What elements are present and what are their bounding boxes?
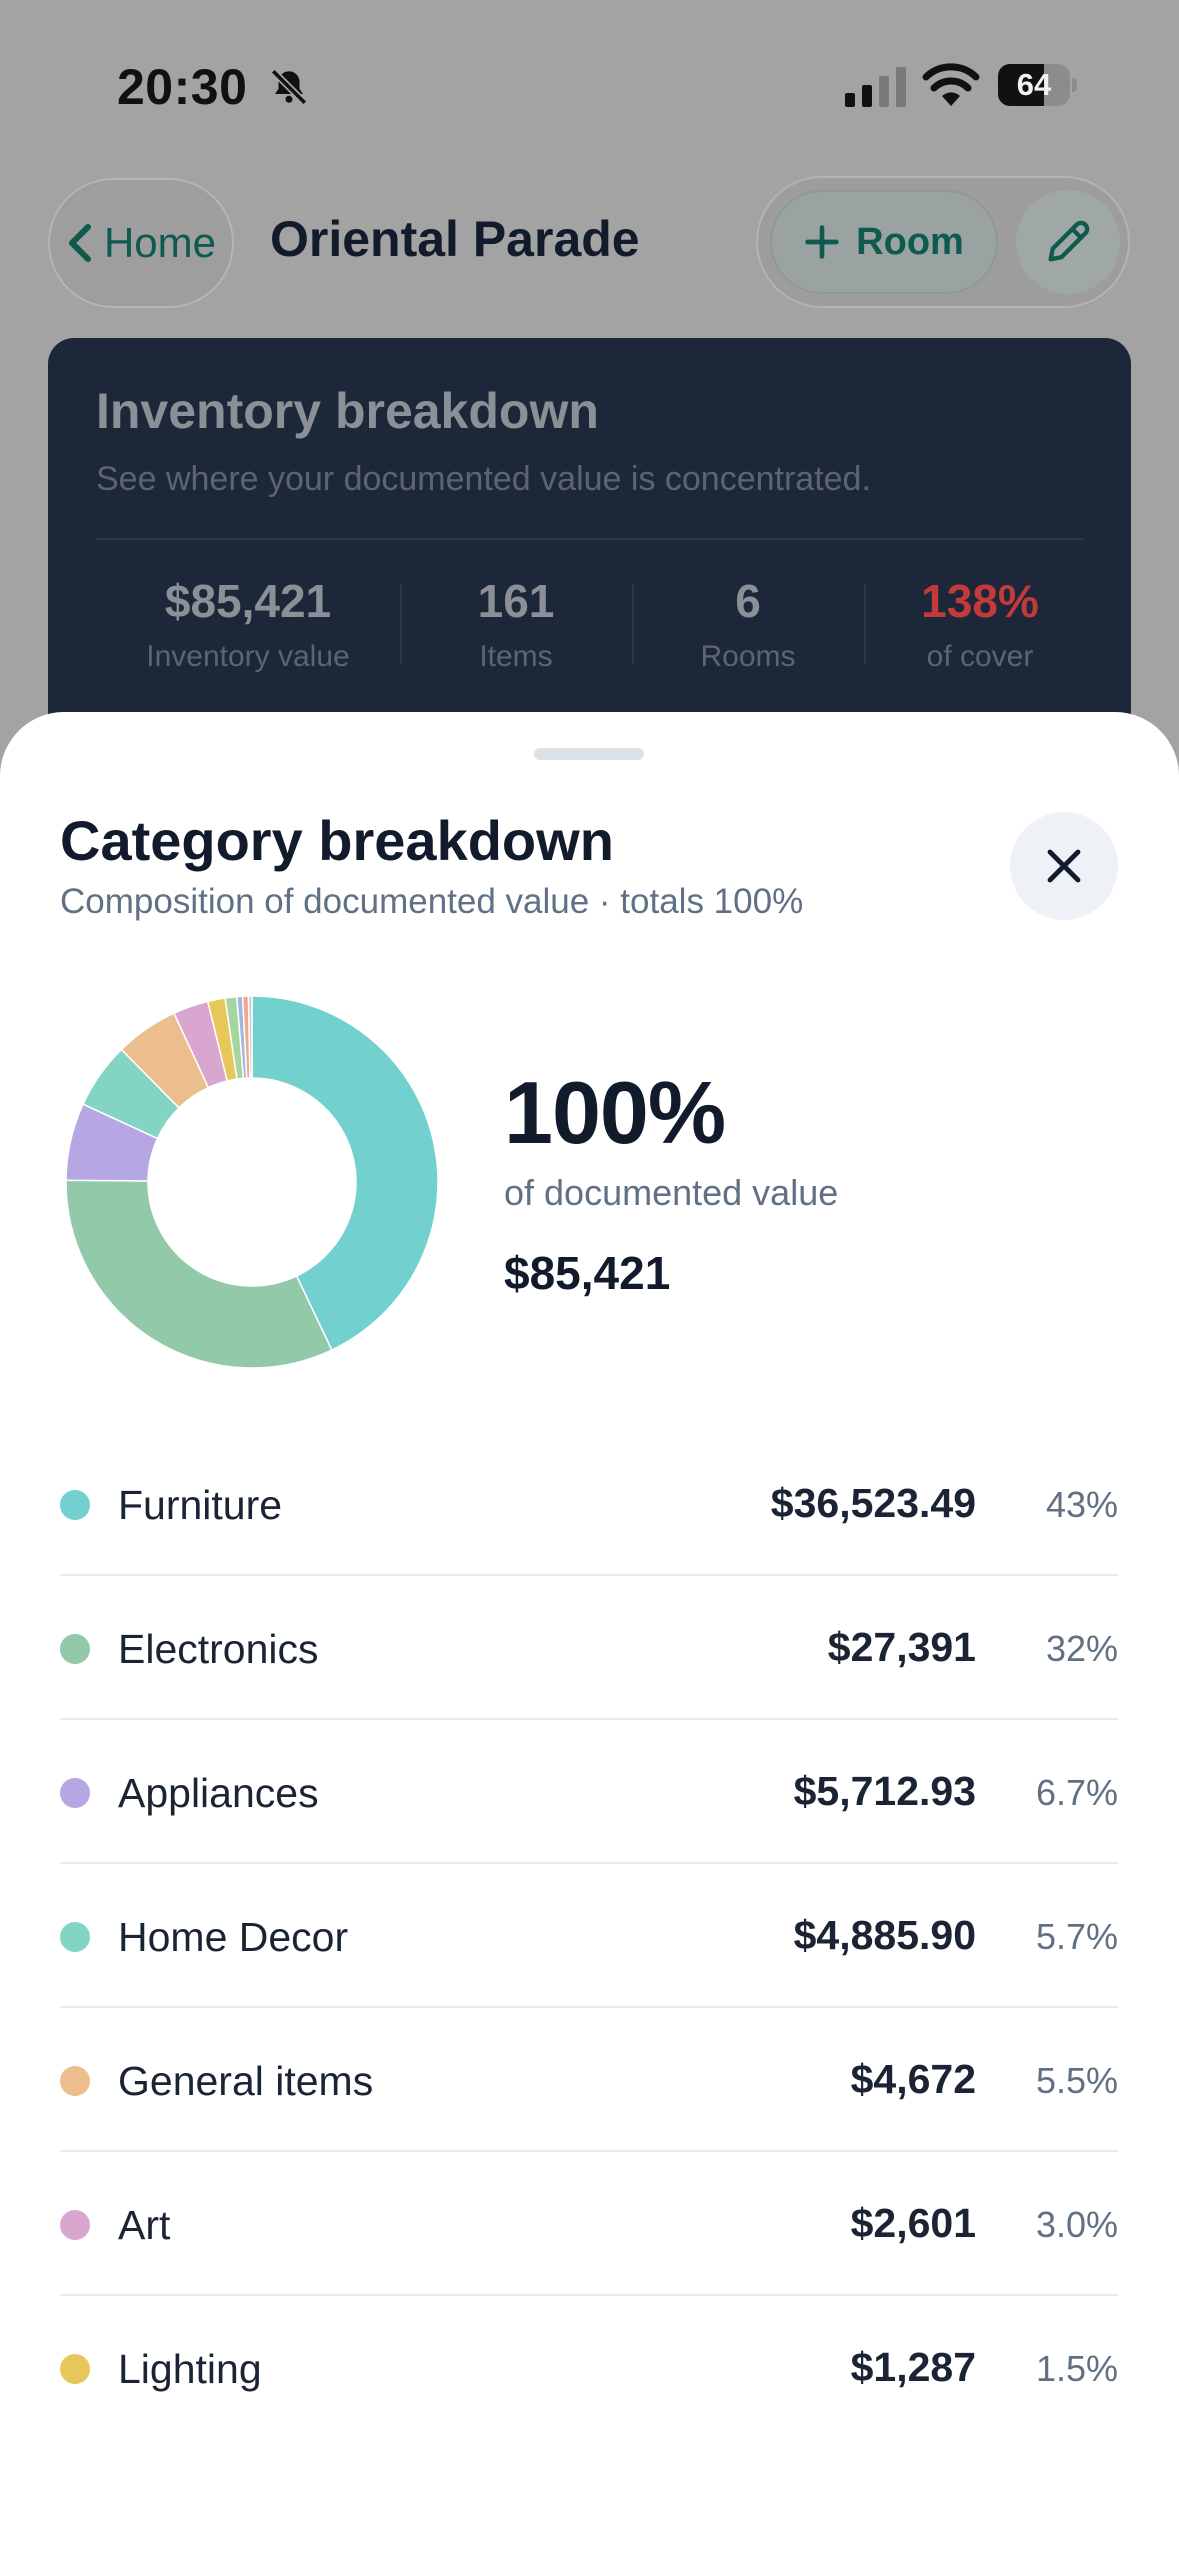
category-percent: 43% <box>1045 1484 1118 1525</box>
category-name: Appliances <box>118 1770 319 1816</box>
category-value: $2,601 <box>850 2200 976 2246</box>
close-icon <box>1047 849 1081 883</box>
header-actions: Room <box>756 176 1130 308</box>
battery-level-text: 64 <box>1016 67 1052 102</box>
category-row[interactable]: Furniture $36,523.49 43% <box>60 1432 1118 1576</box>
category-color-dot <box>60 1922 90 1952</box>
sheet-title: Category breakdown <box>60 809 614 872</box>
stat-value: 6 <box>735 575 761 627</box>
battery-indicator: 64 <box>998 64 1078 106</box>
category-row[interactable]: Art $2,601 3.0% <box>60 2152 1118 2296</box>
sheet-subtitle: Composition of documented value · totals… <box>60 882 804 921</box>
page-title: Oriental Parade <box>270 211 640 267</box>
category-row[interactable]: Electronics $27,391 32% <box>60 1576 1118 1720</box>
add-room-button[interactable]: Room <box>770 190 998 294</box>
category-name: Lighting <box>118 2346 262 2392</box>
back-label: Home <box>103 219 217 266</box>
stat-rooms: 6 Rooms <box>632 574 864 674</box>
stat-label: of cover <box>926 640 1034 673</box>
category-color-dot <box>60 1634 90 1664</box>
wifi-icon <box>922 63 980 106</box>
category-donut-chart <box>65 995 439 1369</box>
total-percent: 100% <box>504 1063 726 1162</box>
inventory-summary-card: Inventory breakdown See where your docum… <box>48 338 1131 738</box>
category-breakdown-sheet: Category breakdown Composition of docume… <box>0 712 1179 2556</box>
category-percent: 5.5% <box>1035 2060 1118 2101</box>
category-value: $36,523.49 <box>770 1480 976 1526</box>
add-room-label: Room <box>856 220 964 263</box>
stat-cover: 138% of cover <box>864 574 1096 674</box>
category-color-dot <box>60 1778 90 1808</box>
summary-subtitle: See where your documented value is conce… <box>96 460 871 498</box>
close-button[interactable] <box>1010 812 1118 920</box>
category-color-dot <box>60 2066 90 2096</box>
stat-inventory-value: $85,421 Inventory value <box>78 574 418 674</box>
category-percent: 5.7% <box>1035 1916 1118 1957</box>
category-color-dot <box>60 2354 90 2384</box>
status-bar: 20:30 64 <box>0 0 1179 150</box>
stat-value: $85,421 <box>164 575 332 627</box>
plus-icon <box>805 225 839 259</box>
cell-signal-icon <box>845 67 906 107</box>
category-row[interactable]: Lighting $1,287 1.5% <box>60 2296 1118 2440</box>
category-value: $5,712.93 <box>793 1768 976 1814</box>
category-value: $4,672 <box>850 2056 976 2102</box>
category-name: Home Decor <box>118 1914 349 1960</box>
edit-button[interactable] <box>1016 190 1120 294</box>
category-color-dot <box>60 1490 90 1520</box>
category-percent: 32% <box>1045 1628 1118 1669</box>
stat-label: Rooms <box>700 640 796 673</box>
category-value: $1,287 <box>850 2344 976 2390</box>
category-name: General items <box>118 2058 374 2104</box>
category-name: Furniture <box>118 1482 283 1528</box>
stat-value: 138% <box>921 575 1039 627</box>
back-button[interactable]: Home <box>48 178 234 308</box>
bell-slash-icon <box>270 68 308 106</box>
category-percent: 1.5% <box>1035 2348 1118 2389</box>
stat-label: Items <box>479 640 553 673</box>
donut-slice-electronics <box>65 1179 333 1369</box>
category-percent: 3.0% <box>1035 2204 1118 2245</box>
category-value: $27,391 <box>827 1624 976 1670</box>
status-time: 20:30 <box>117 59 248 115</box>
stat-value: 161 <box>477 575 555 627</box>
category-row[interactable]: Appliances $5,712.93 6.7% <box>60 1720 1118 1864</box>
category-color-dot <box>60 2210 90 2240</box>
category-row[interactable]: Home Decor $4,885.90 5.7% <box>60 1864 1118 2008</box>
chevron-left-icon <box>68 224 91 262</box>
total-value: $85,421 <box>504 1247 671 1299</box>
category-name: Electronics <box>118 1626 319 1672</box>
sheet-grabber[interactable] <box>534 748 644 760</box>
category-list: Furniture $36,523.49 43% Electronics $27… <box>60 1432 1118 2440</box>
summary-title: Inventory breakdown <box>96 383 599 439</box>
summary-divider <box>96 538 1083 540</box>
pencil-icon <box>1048 220 1090 262</box>
category-value: $4,885.90 <box>793 1912 976 1958</box>
category-name: Art <box>118 2202 171 2248</box>
total-percent-caption: of documented value <box>504 1172 839 1213</box>
stat-items: 161 Items <box>400 574 632 674</box>
category-percent: 6.7% <box>1035 1772 1118 1813</box>
category-row[interactable]: General items $4,672 5.5% <box>60 2008 1118 2152</box>
stat-label: Inventory value <box>146 640 350 673</box>
